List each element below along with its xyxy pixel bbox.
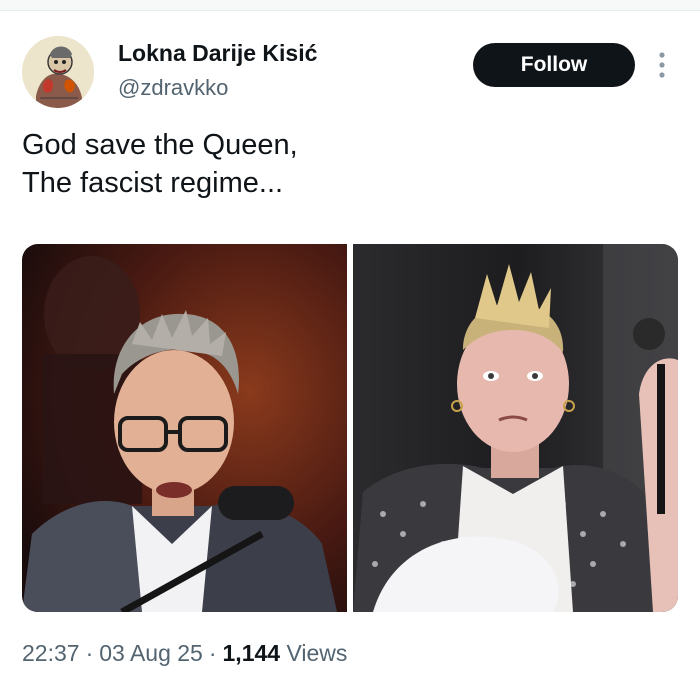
more-options-button[interactable] bbox=[650, 48, 674, 82]
top-divider bbox=[0, 0, 700, 11]
more-vertical-icon bbox=[659, 52, 665, 78]
media-photo-right[interactable] bbox=[353, 244, 678, 612]
caricature-avatar-icon bbox=[22, 36, 94, 108]
follow-button[interactable]: Follow bbox=[473, 43, 635, 87]
tweet-time[interactable]: 22:37 bbox=[22, 640, 80, 666]
singer-photo bbox=[353, 244, 678, 612]
meta-separator: · bbox=[208, 640, 217, 666]
tweet-date[interactable]: 03 Aug 25 bbox=[99, 640, 203, 666]
media-photo-left[interactable] bbox=[22, 244, 347, 612]
meta-separator: · bbox=[85, 640, 94, 666]
tweet-media-grid bbox=[22, 244, 678, 612]
author-avatar[interactable] bbox=[22, 36, 94, 108]
author-handle[interactable]: @zdravkko bbox=[118, 75, 228, 101]
tweet-text: God save the Queen, The fascist regime..… bbox=[22, 126, 662, 202]
tweet-meta: 22:37 · 03 Aug 25 · 1,144 Views bbox=[22, 640, 347, 667]
tweet-card: Lokna Darije Kisić @zdravkko Follow God … bbox=[0, 0, 700, 700]
tweet-text-line: God save the Queen, bbox=[22, 129, 298, 161]
tweet-text-line: The fascist regime... bbox=[22, 167, 284, 199]
views-label: Views bbox=[286, 640, 348, 666]
author-display-name[interactable]: Lokna Darije Kisić bbox=[118, 40, 317, 67]
views-count[interactable]: 1,144 bbox=[223, 640, 281, 666]
speaker-photo bbox=[22, 244, 347, 612]
